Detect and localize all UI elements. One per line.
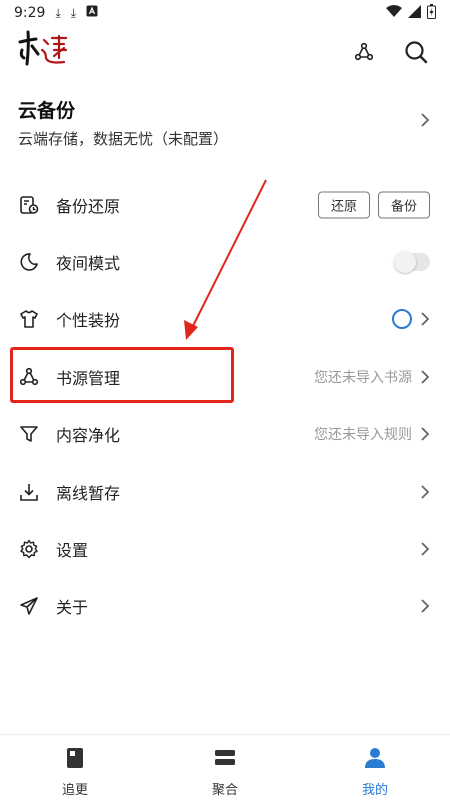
share-nodes-icon [354,42,374,61]
chevron-right-icon [421,312,430,327]
nav-tab-follow[interactable]: 追更 [0,735,150,800]
nav-tab-label: 聚合 [211,783,238,798]
backup-icon [18,194,40,216]
toggle-knob [394,251,416,274]
menu-item-label: 离线暂存 [56,483,121,503]
menu-item-backup-restore[interactable]: 备份还原 还原 备份 [0,176,450,233]
cloud-title: 云备份 [18,100,76,122]
search-button[interactable] [398,34,434,70]
send-icon [18,595,40,617]
filter-icon [18,423,40,445]
search-icon [405,41,428,64]
share-nodes-icon [18,366,40,388]
menu-item-label: 内容净化 [56,426,121,446]
nav-tab-label: 我的 [361,783,388,798]
chevron-right-icon [421,542,430,556]
nav-tab-mine[interactable]: 我的 [300,735,450,800]
backup-button[interactable]: 备份 [377,191,430,219]
shirt-icon [18,308,40,330]
stack-icon [215,750,235,765]
nav-tab-label: 追更 [61,783,88,798]
signal-icon [408,4,421,22]
menu-item-label: 关于 [56,598,89,618]
source-hint: 您还未导入书源 [314,369,412,386]
menu-item-theme[interactable]: 个性装扮 [0,291,450,348]
chevron-right-icon [421,427,430,441]
menu-item-about[interactable]: 关于 [0,578,450,635]
book-icon [67,748,83,768]
bottom-navigation: 追更 聚合 我的 [0,734,450,800]
nav-tab-aggregate[interactable]: 聚合 [150,735,300,800]
menu-item-settings[interactable]: 设置 [0,520,450,577]
download-icon [18,481,40,503]
status-time: 9:29 [14,5,46,21]
menu-item-label: 个性装扮 [56,311,121,331]
download-status-icon: ⤓ [55,6,61,20]
menu-item-label: 设置 [56,541,89,561]
settings-menu: 备份还原 还原 备份 夜间模式 个性装扮 书源管理 您还未导入书源 内容净化 您… [0,176,450,635]
menu-item-label: 书源管理 [56,368,121,388]
source-button[interactable] [346,34,382,70]
chevron-right-icon [421,599,430,614]
menu-item-label: 夜间模式 [56,254,121,274]
filter-hint: 您还未导入规则 [314,427,412,444]
chevron-right-icon [421,370,430,384]
backup-actions: 还原 备份 [317,191,430,219]
battery-icon [427,3,436,23]
download-status-icon-2: ⤓ [70,6,77,20]
restore-button[interactable]: 还原 [317,191,370,219]
cloud-backup-card[interactable]: 云备份 云端存储，数据无忧（未配置） [0,92,450,158]
app-header [0,28,450,76]
menu-item-source-management[interactable]: 书源管理 您还未导入书源 [0,348,450,405]
moon-icon [18,251,40,273]
app-logo [16,30,76,70]
menu-item-content-filter[interactable]: 内容净化 您还未导入规则 [0,406,450,463]
menu-item-offline-cache[interactable]: 离线暂存 [0,463,450,520]
person-icon [365,748,385,768]
menu-item-night-mode[interactable]: 夜间模式 [0,233,450,290]
cloud-subtitle: 云端存储，数据无忧（未配置） [18,130,229,148]
wifi-icon [386,5,402,21]
notification-a-icon [86,5,98,21]
chevron-right-icon [421,485,430,499]
gear-icon [18,538,40,560]
menu-item-label: 备份还原 [56,196,121,216]
status-bar: 9:29 ⤓ ⤓ [0,0,450,26]
night-mode-toggle[interactable] [394,251,430,274]
theme-color-indicator [392,309,412,330]
chevron-right-icon [420,112,430,132]
